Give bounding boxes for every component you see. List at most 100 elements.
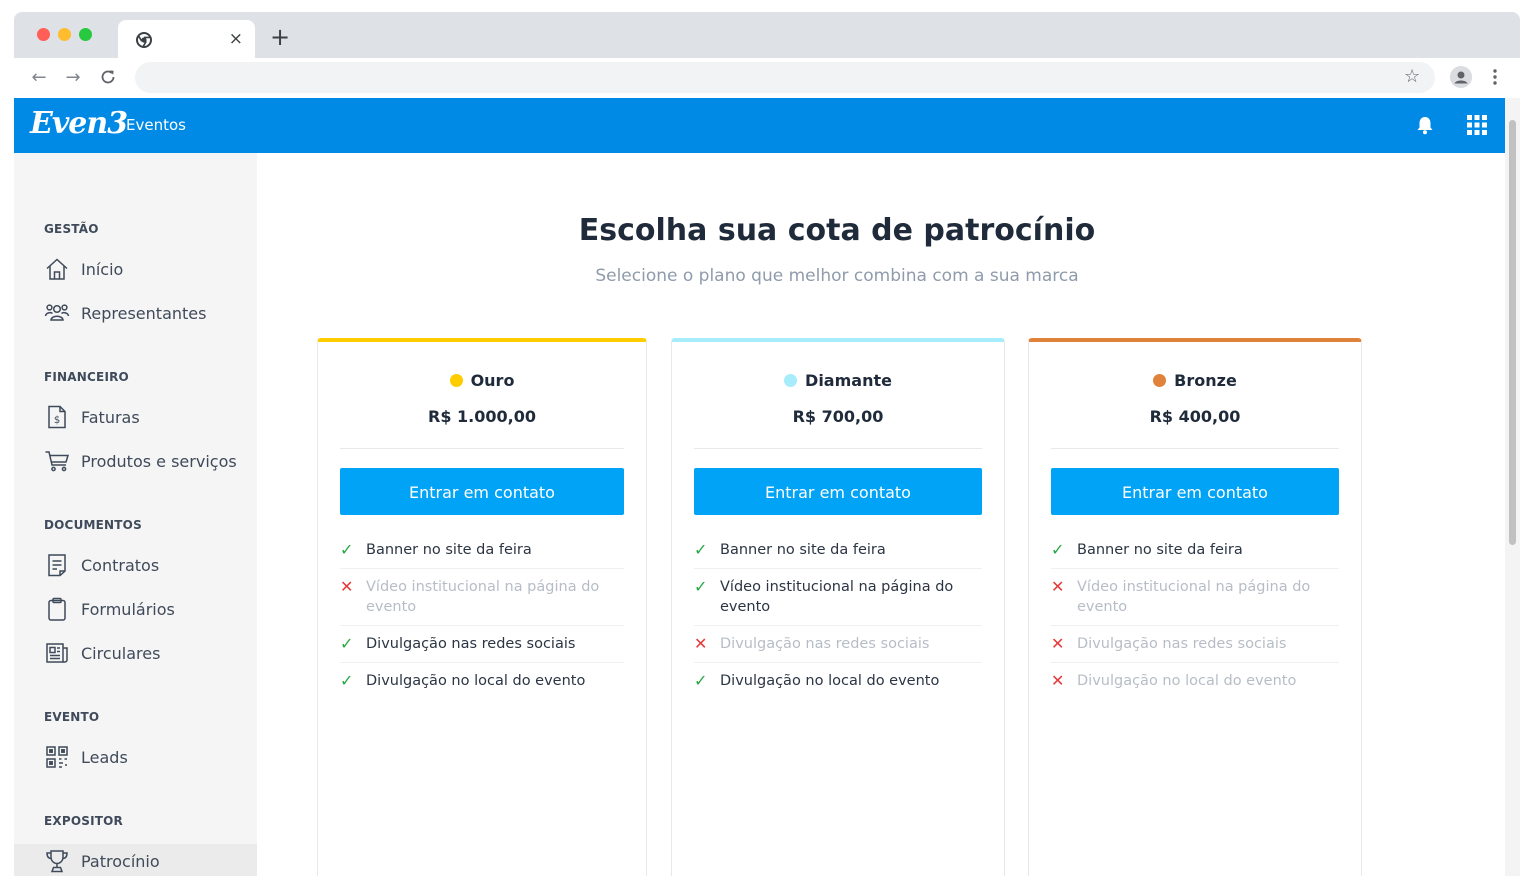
divider [1051, 448, 1339, 449]
reload-icon[interactable] [99, 68, 117, 86]
app-viewport: Even3 Eventos GESTÃO Início Representant… [14, 98, 1520, 876]
browser-window: × + ← → ☆ Even3 Eventos GESTÃO Início Re… [14, 12, 1520, 876]
svg-text:$: $ [54, 415, 60, 426]
minimize-window-dot[interactable] [58, 28, 71, 41]
plan-color-dot [784, 374, 798, 387]
main-content: Escolha sua cota de patrocínio Selecione… [257, 153, 1505, 876]
page-title: Escolha sua cota de patrocínio [578, 213, 1096, 248]
back-icon[interactable]: ← [28, 67, 50, 89]
bookmark-star-icon[interactable]: ☆ [1404, 66, 1420, 88]
feature-text: Divulgação no local do evento [720, 673, 940, 689]
even3-logo[interactable]: Even3 [30, 106, 128, 142]
plan-card-diamante: Diamante R$ 700,00 Entrar em contato ✓ Ba… [671, 338, 1005, 876]
feature-text: Divulgação no local do evento [1077, 673, 1297, 689]
sidebar-item-patrocinio[interactable]: Patrocínio [14, 844, 269, 876]
sidebar-item-circulares[interactable]: Circulares [44, 636, 257, 670]
apps-grid-icon[interactable] [1466, 114, 1488, 136]
feature-text: Vídeo institucional na página do evento [366, 579, 600, 615]
sidebar-item-representantes[interactable]: Representantes [44, 296, 257, 330]
cross-icon: ✕ [1051, 634, 1065, 653]
contact-button-bronze[interactable]: Entrar em contato [1051, 468, 1339, 515]
plan-title: Bronze [1029, 370, 1361, 392]
plan-title: Diamante [672, 370, 1004, 392]
qr-code-icon [46, 746, 68, 768]
feature-item: ✕ Vídeo institucional na página do evento [1051, 569, 1339, 626]
address-bar[interactable] [135, 62, 1435, 93]
feature-list: ✓ Banner no site da feira ✓ Vídeo instituc… [694, 532, 982, 699]
feature-text: Vídeo institucional na página do evento [720, 579, 954, 615]
check-icon: ✓ [1051, 540, 1065, 559]
plan-name: Diamante [805, 371, 892, 390]
check-icon: ✓ [340, 634, 354, 653]
browser-toolbar: ← → ☆ [14, 58, 1520, 98]
feature-text: Vídeo institucional na página do evento [1077, 579, 1311, 615]
sidebar-section-documentos: DOCUMENTOS [44, 518, 142, 532]
page-scrollbar[interactable] [1505, 98, 1520, 876]
profile-avatar-icon[interactable] [1450, 66, 1472, 88]
page-subtitle: Selecione o plano que melhor combina com… [595, 266, 1079, 286]
notifications-bell-icon[interactable] [1414, 114, 1436, 136]
divider [694, 448, 982, 449]
feature-item: ✕ Divulgação nas redes sociais [694, 626, 982, 663]
contact-button-diamante[interactable]: Entrar em contato [694, 468, 982, 515]
plan-price: R$ 700,00 [792, 407, 884, 426]
feature-text: Banner no site da feira [366, 542, 532, 558]
browser-menu-icon[interactable] [1490, 66, 1500, 88]
feature-list: ✓ Banner no site da feira ✕ Vídeo instituc… [340, 532, 624, 699]
cross-icon: ✕ [694, 634, 708, 653]
check-icon: ✓ [694, 540, 708, 559]
sidebar-item-label: Faturas [81, 407, 140, 427]
plan-card-ouro: Ouro R$ 1.000,00 Entrar em contato ✓ Bann… [317, 338, 647, 876]
logo-subtitle: Eventos [126, 116, 186, 134]
trophy-icon [46, 850, 68, 873]
sidebar-item-label: Produtos e serviços [81, 451, 237, 471]
close-window-dot[interactable] [37, 28, 50, 41]
new-tab-button[interactable]: + [270, 24, 290, 50]
feature-text: Divulgação nas redes sociais [720, 636, 930, 652]
plan-card-bronze: Bronze R$ 400,00 Entrar em contato ✓ Bann… [1028, 338, 1362, 876]
feature-item: ✕ Vídeo institucional na página do evento [340, 569, 624, 626]
check-icon: ✓ [340, 671, 354, 690]
sidebar-item-formularios[interactable]: Formulários [44, 592, 257, 626]
cart-icon [45, 451, 70, 472]
sidebar-item-label: Início [81, 259, 124, 279]
sidebar-item-label: Patrocínio [81, 851, 160, 871]
feature-text: Divulgação nas redes sociais [366, 636, 576, 652]
forward-icon[interactable]: → [62, 67, 84, 89]
sidebar-section-gestao: GESTÃO [44, 222, 99, 236]
divider [340, 448, 624, 449]
sidebar-item-leads[interactable]: Leads [44, 740, 257, 774]
maximize-window-dot[interactable] [79, 28, 92, 41]
sidebar-item-faturas[interactable]: $ Faturas [44, 400, 257, 434]
cross-icon: ✕ [340, 577, 354, 596]
sidebar-item-contratos[interactable]: Contratos [44, 548, 257, 582]
feature-item: ✓ Banner no site da feira [340, 532, 624, 569]
cross-icon: ✕ [1051, 577, 1065, 596]
check-icon: ✓ [694, 671, 708, 690]
contract-icon [48, 554, 66, 577]
invoice-icon: $ [48, 405, 66, 429]
plan-price: R$ 1.000,00 [428, 407, 536, 426]
plan-name: Bronze [1174, 371, 1237, 390]
feature-text: Banner no site da feira [1077, 542, 1243, 558]
feature-item: ✕ Divulgação no local do evento [1051, 663, 1339, 699]
plan-title: Ouro [318, 370, 646, 392]
feature-text: Divulgação no local do evento [366, 673, 586, 689]
feature-item: ✓ Divulgação nas redes sociais [340, 626, 624, 663]
chrome-icon [136, 32, 152, 48]
contact-button-ouro[interactable]: Entrar em contato [340, 468, 624, 515]
users-icon [44, 304, 70, 321]
feature-text: Divulgação nas redes sociais [1077, 636, 1287, 652]
sidebar-item-produtos[interactable]: Produtos e serviços [44, 444, 257, 478]
sidebar-item-label: Formulários [81, 599, 175, 619]
scrollbar-thumb[interactable] [1509, 120, 1516, 545]
feature-item: ✕ Divulgação nas redes sociais [1051, 626, 1339, 663]
plan-price: R$ 400,00 [1149, 407, 1241, 426]
sidebar-section-financeiro: FINANCEIRO [44, 370, 129, 384]
tab-close-icon[interactable]: × [229, 29, 243, 49]
newspaper-icon [46, 643, 68, 663]
sidebar-item-inicio[interactable]: Início [44, 252, 257, 286]
clipboard-icon [48, 597, 66, 621]
browser-tab[interactable]: × [118, 20, 255, 58]
plan-color-dot [1153, 374, 1167, 387]
